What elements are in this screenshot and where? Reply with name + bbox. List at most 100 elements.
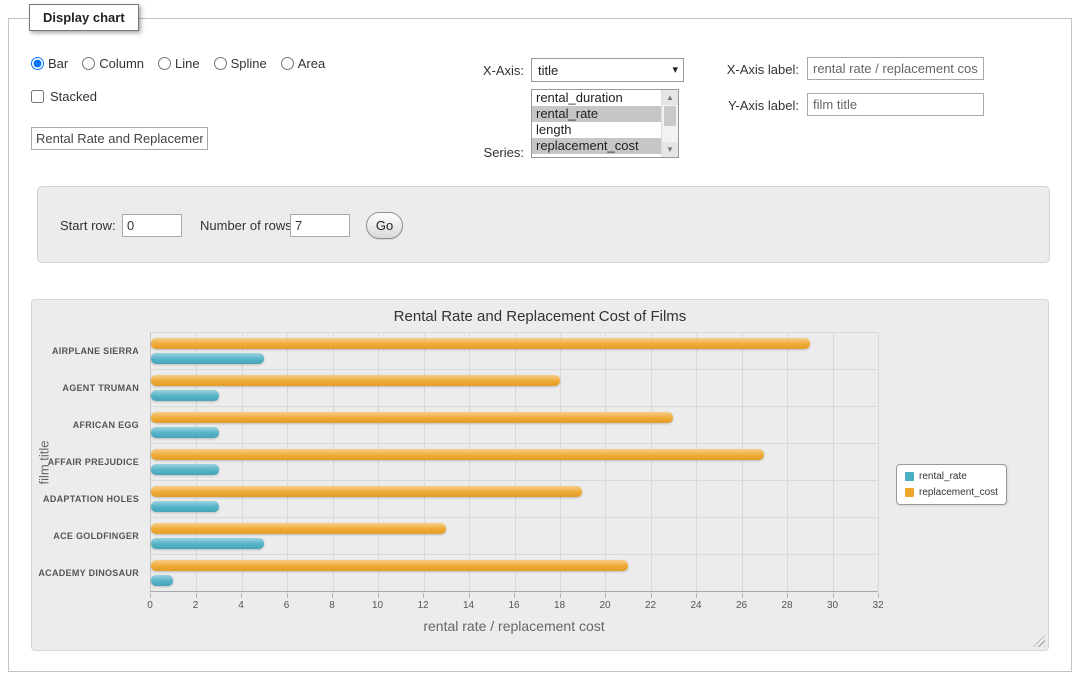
bar-replacement_cost <box>151 486 582 497</box>
category-band <box>151 406 878 443</box>
x-axis-select[interactable]: title ▾ <box>531 58 684 82</box>
category-axis: AIRPLANE SIERRAAGENT TRUMANAFRICAN EGGAF… <box>32 332 145 592</box>
tick-label: 22 <box>645 600 656 611</box>
category-band <box>151 480 878 517</box>
tick-label: 2 <box>193 600 199 611</box>
tick-mark <box>605 593 606 598</box>
fieldset-legend: Display chart <box>29 4 139 31</box>
number-of-rows-label: Number of rows: <box>200 218 295 233</box>
bar-replacement_cost <box>151 338 810 349</box>
series-label: Series: <box>449 145 524 160</box>
row-range-panel: Start row: Number of rows: Go <box>37 186 1050 263</box>
bar-replacement_cost <box>151 449 764 460</box>
stacked-label: Stacked <box>50 89 97 104</box>
legend-item-rental_rate[interactable]: rental_rate <box>905 471 998 482</box>
chart-type-radio-spline[interactable] <box>214 57 227 70</box>
series-option-replacement_cost[interactable]: replacement_cost <box>532 138 661 154</box>
chart-type-label-bar: Bar <box>48 56 68 71</box>
legend-item-replacement_cost[interactable]: replacement_cost <box>905 487 998 498</box>
chart-type-label-spline: Spline <box>231 56 267 71</box>
series-option-rental_rate[interactable]: rental_rate <box>532 106 661 122</box>
tick-label: 0 <box>147 600 153 611</box>
chart-legend: rental_rate replacement_cost <box>896 464 1007 505</box>
series-option-length[interactable]: length <box>532 122 661 138</box>
chart-type-option-area[interactable]: Area <box>281 56 325 71</box>
display-chart-fieldset: Display chart BarColumnLineSplineArea St… <box>8 18 1072 672</box>
category-label: ACADEMY DINOSAUR <box>32 555 145 592</box>
bar-rental_rate <box>151 390 219 401</box>
category-label: ACE GOLDFINGER <box>32 518 145 555</box>
category-label: AGENT TRUMAN <box>32 369 145 406</box>
bar-rental_rate <box>151 353 264 364</box>
scroll-up-icon[interactable]: ▲ <box>662 90 678 105</box>
tick-mark <box>469 593 470 598</box>
tick-mark <box>196 593 197 598</box>
chart-title: Rental Rate and Replacement Cost of Film… <box>32 308 1048 325</box>
tick-mark <box>651 593 652 598</box>
category-label: AIRPLANE SIERRA <box>32 332 145 369</box>
chart-type-radio-line[interactable] <box>158 57 171 70</box>
x-axis-label-field-label: X-Axis label: <box>709 62 799 77</box>
category-label: ADAPTATION HOLES <box>32 481 145 518</box>
chart-title-input[interactable] <box>31 127 208 150</box>
start-row-input[interactable] <box>122 214 182 237</box>
chart-type-group: Bar Column Line Spline Area <box>31 56 325 71</box>
tick-label: 12 <box>417 600 428 611</box>
tick-label: 4 <box>238 600 244 611</box>
chart-type-option-spline[interactable]: Spline <box>214 56 267 71</box>
start-row-label: Start row: <box>60 218 116 233</box>
scrollbar-thumb[interactable] <box>664 106 676 126</box>
category-band <box>151 369 878 406</box>
tick-label: 30 <box>827 600 838 611</box>
tick-mark <box>423 593 424 598</box>
bar-rental_rate <box>151 464 219 475</box>
x-axis-selected-value: title <box>538 63 558 78</box>
stacked-option[interactable]: Stacked <box>31 89 97 104</box>
chart-type-option-bar[interactable]: Bar <box>31 56 68 71</box>
plot-area <box>150 332 878 592</box>
y-axis-label-input[interactable] <box>807 93 984 116</box>
x-axis-title: rental rate / replacement cost <box>150 618 878 634</box>
tick-mark <box>833 593 834 598</box>
tick-mark <box>378 593 379 598</box>
bar-rental_rate <box>151 501 219 512</box>
bar-rental_rate <box>151 575 173 586</box>
gridline <box>878 332 879 591</box>
tick-mark <box>742 593 743 598</box>
legend-label-replacement_cost: replacement_cost <box>919 487 998 498</box>
chart-type-option-line[interactable]: Line <box>158 56 200 71</box>
chart-type-label-line: Line <box>175 56 200 71</box>
scroll-down-icon[interactable]: ▼ <box>662 142 678 157</box>
resize-handle-icon[interactable] <box>1033 635 1045 647</box>
x-axis-label-input[interactable] <box>807 57 984 80</box>
chart-type-option-column[interactable]: Column <box>82 56 144 71</box>
tick-label: 10 <box>372 600 383 611</box>
tick-label: 8 <box>329 600 335 611</box>
tick-mark <box>332 593 333 598</box>
chart-type-radio-area[interactable] <box>281 57 294 70</box>
series-listbox[interactable]: rental_durationrental_ratelengthreplacem… <box>531 89 679 158</box>
go-button[interactable]: Go <box>366 212 403 239</box>
chevron-down-icon: ▾ <box>672 63 678 76</box>
stacked-checkbox[interactable] <box>31 90 44 103</box>
legend-swatch-rental_rate <box>905 472 914 481</box>
tick-label: 14 <box>463 600 474 611</box>
number-of-rows-input[interactable] <box>290 214 350 237</box>
x-axis-ticks: 02468101214161820222426283032 <box>150 592 878 614</box>
series-scrollbar[interactable]: ▲ ▼ <box>661 90 678 157</box>
series-option-rental_duration[interactable]: rental_duration <box>532 90 661 106</box>
x-axis-label: X-Axis: <box>449 63 524 78</box>
tick-mark <box>787 593 788 598</box>
bar-replacement_cost <box>151 412 673 423</box>
tick-mark <box>514 593 515 598</box>
legend-label-rental_rate: rental_rate <box>919 471 967 482</box>
bar-replacement_cost <box>151 523 446 534</box>
category-label: AFFAIR PREJUDICE <box>32 443 145 480</box>
chart-type-radio-column[interactable] <box>82 57 95 70</box>
category-band <box>151 554 878 591</box>
tick-label: 6 <box>284 600 290 611</box>
chart-type-radio-bar[interactable] <box>31 57 44 70</box>
y-axis-label-field-label: Y-Axis label: <box>709 98 799 113</box>
tick-mark <box>241 593 242 598</box>
tick-mark <box>878 593 879 598</box>
